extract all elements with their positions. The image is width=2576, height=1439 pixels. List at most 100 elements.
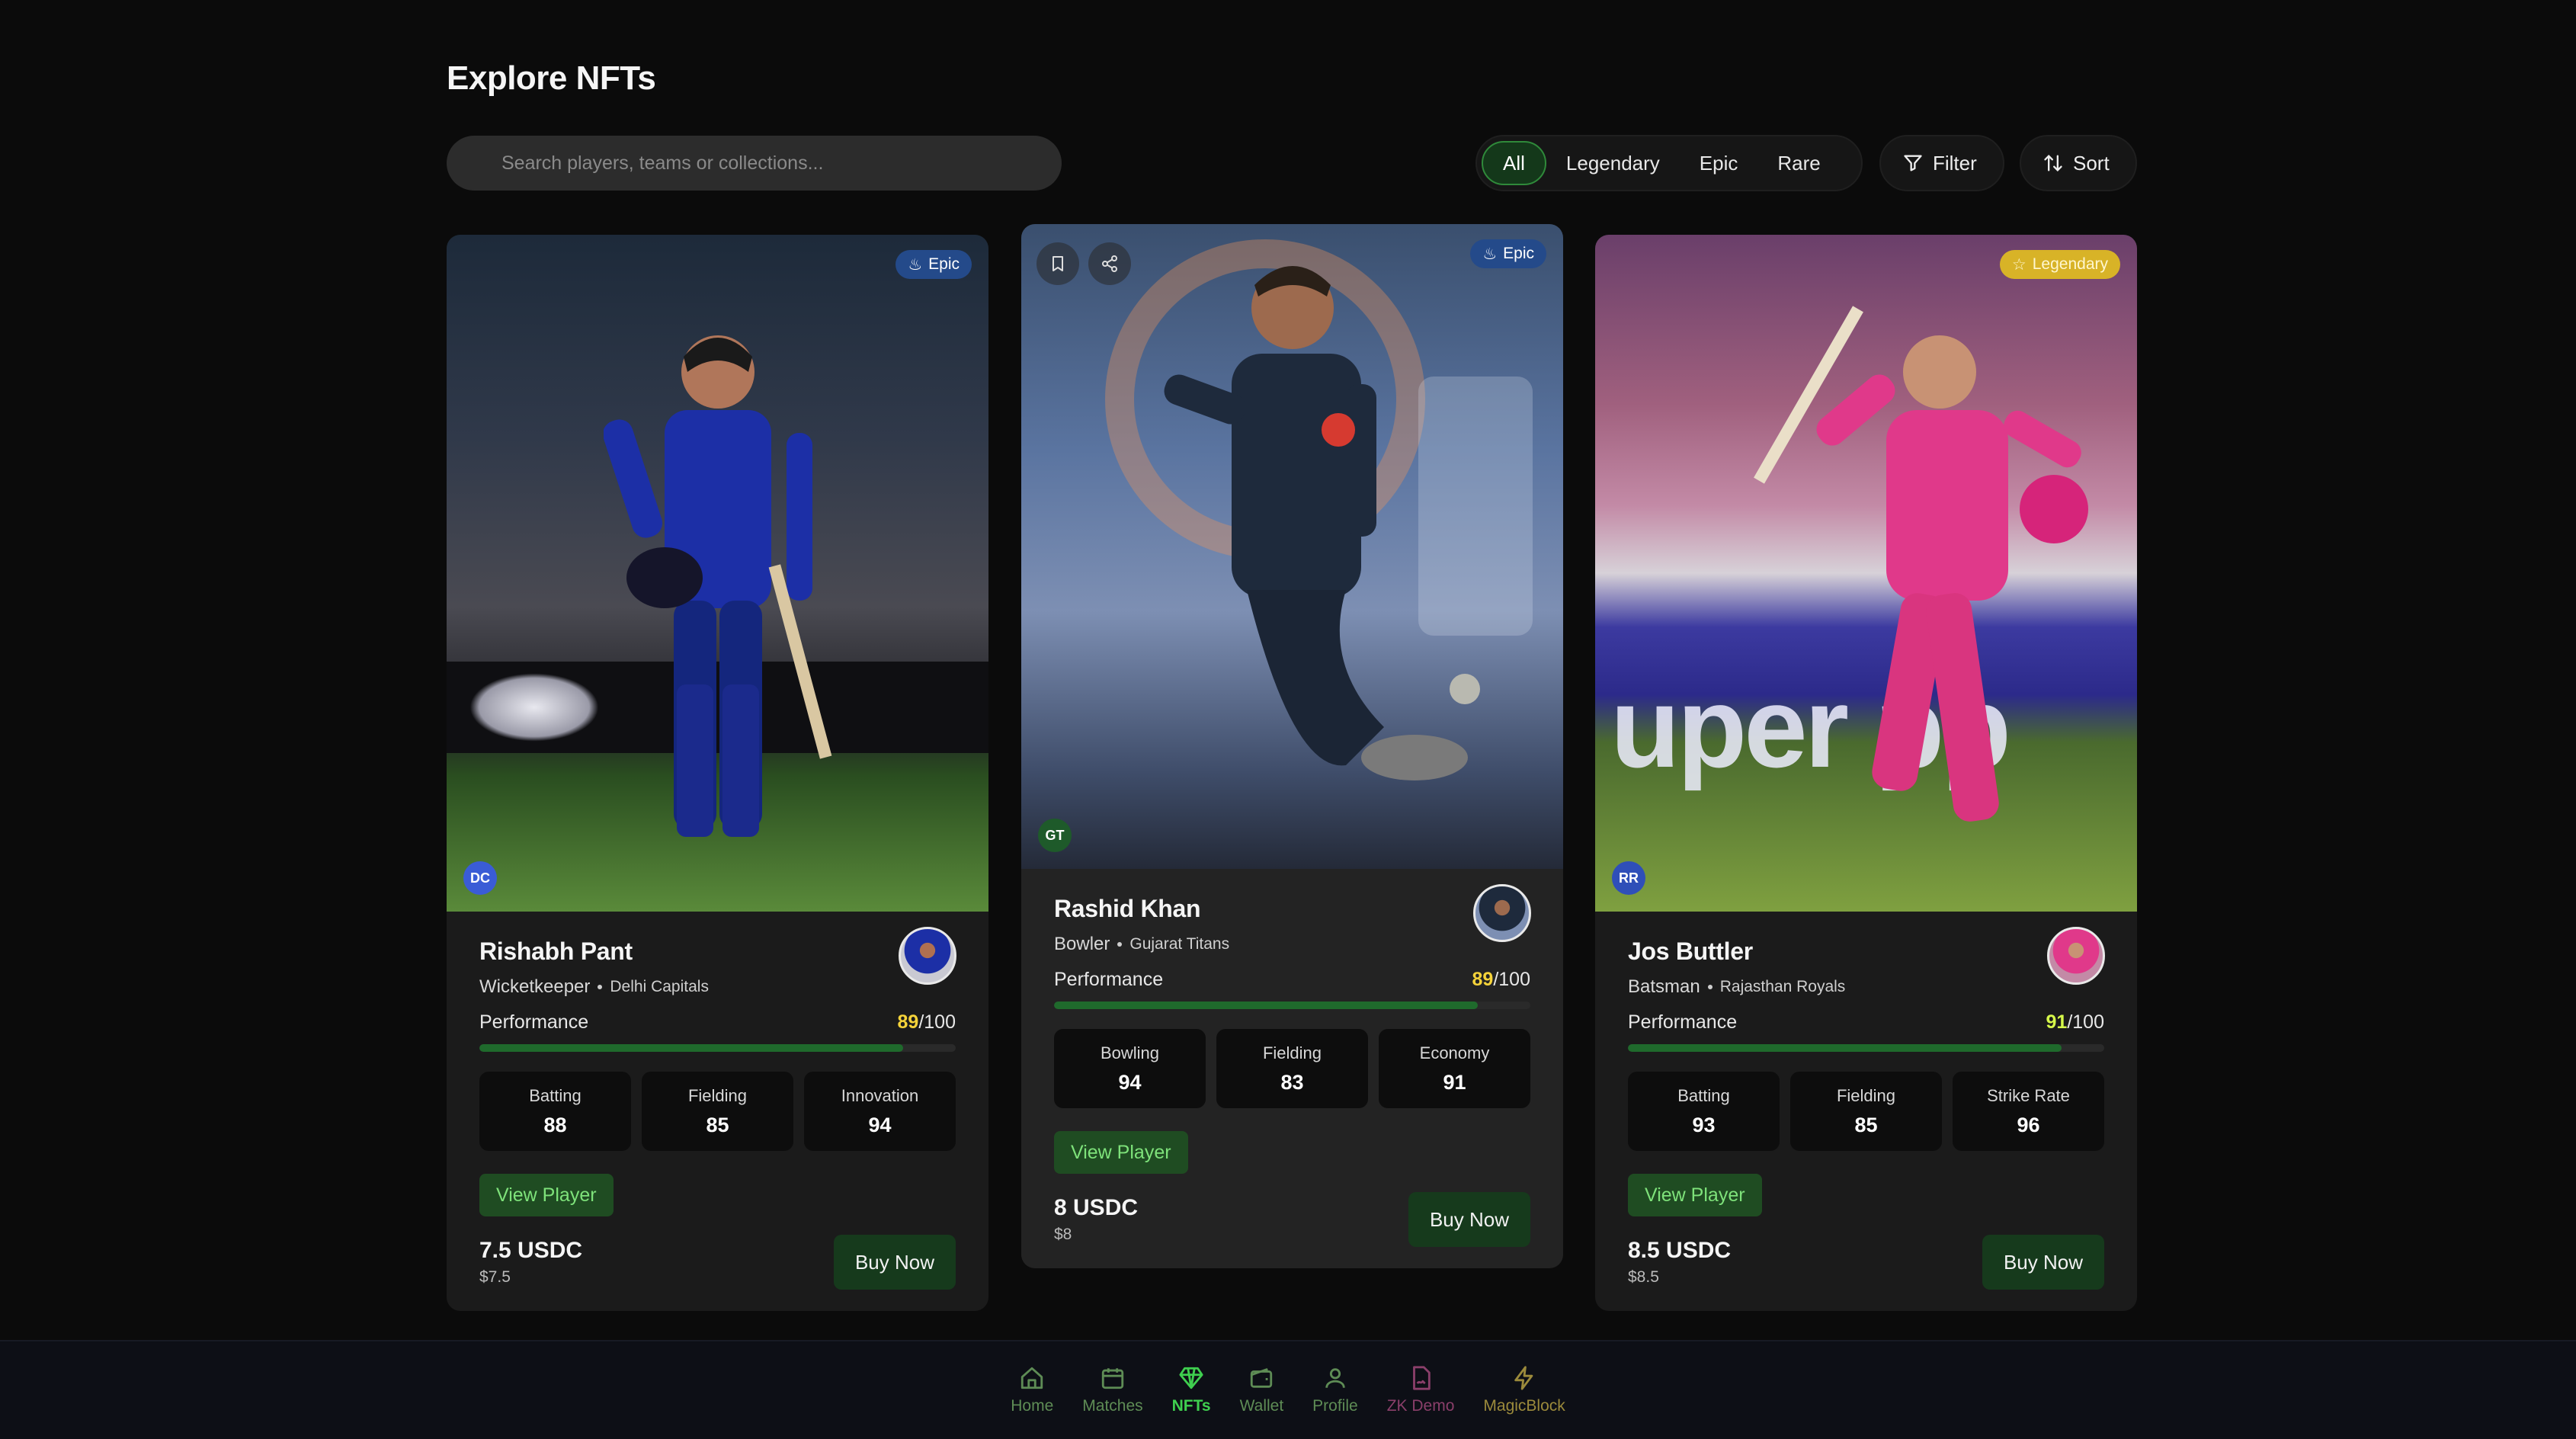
- view-player-button[interactable]: View Player: [479, 1174, 614, 1216]
- diamond-icon: [1179, 1367, 1203, 1389]
- wallet-icon: [1251, 1368, 1273, 1388]
- flame-icon: ♨: [1482, 245, 1498, 263]
- rarity-badge: ♨ Epic: [896, 250, 972, 279]
- nav-label: Matches: [1082, 1397, 1143, 1415]
- page-title: Explore NFTs: [447, 59, 656, 97]
- user-icon: [1325, 1368, 1345, 1388]
- player-photo: uper pp ☆ Legendary RR: [1595, 235, 2137, 912]
- nav-label: ZK Demo: [1386, 1397, 1455, 1415]
- avatar: [1473, 884, 1531, 942]
- rarity-label: Epic: [928, 255, 960, 273]
- price-usd: $8.5: [1628, 1268, 1659, 1286]
- tab-legendary[interactable]: Legendary: [1546, 141, 1680, 185]
- stat-batting: Batting 88: [479, 1072, 631, 1151]
- player-name: Rashid Khan: [1054, 895, 1201, 922]
- player-team: Rajasthan Royals: [1719, 978, 1846, 995]
- player-role: Batsman: [1628, 976, 1700, 997]
- player-team: Gujarat Titans: [1129, 935, 1230, 953]
- flame-icon: ♨: [908, 255, 923, 274]
- nft-card-rishabh-pant[interactable]: ♨ Epic DC Rishabh Pant Wicketkeeper Delh…: [447, 235, 988, 1311]
- rarity-label: Legendary: [2032, 255, 2108, 273]
- stat-fielding: Fielding 85: [642, 1072, 793, 1151]
- player-figure: [1754, 306, 2089, 822]
- tab-epic[interactable]: Epic: [1680, 141, 1758, 185]
- price: 8.5 USDC: [1628, 1238, 1732, 1263]
- player-figure: [1164, 266, 1480, 780]
- filter-button[interactable]: Filter: [1879, 135, 2004, 191]
- share-button[interactable]: [1088, 242, 1131, 285]
- performance-label: Performance: [1054, 969, 1164, 990]
- nav-label: Home: [1011, 1397, 1054, 1415]
- team-badge: RR: [1612, 861, 1645, 895]
- lightning-icon: [1514, 1366, 1533, 1390]
- view-player-button[interactable]: View Player: [1628, 1174, 1762, 1216]
- buy-now-button[interactable]: Buy Now: [1982, 1235, 2104, 1290]
- stat-fielding: Fielding 83: [1216, 1029, 1368, 1108]
- rarity-filter-tabs: All Legendary Epic Rare: [1475, 135, 1863, 191]
- avatar: [899, 927, 956, 985]
- stat-economy: Economy 91: [1379, 1029, 1530, 1108]
- player-role: Wicketkeeper: [479, 976, 591, 997]
- view-player-button[interactable]: View Player: [1054, 1131, 1188, 1174]
- buy-now-button[interactable]: Buy Now: [833, 1235, 956, 1290]
- player-name: Jos Buttler: [1628, 937, 1753, 965]
- tab-all[interactable]: All: [1482, 141, 1546, 185]
- player-name: Rishabh Pant: [479, 937, 633, 965]
- rarity-badge: ☆ Legendary: [1999, 250, 2120, 279]
- nft-card-rashid-khan[interactable]: ♨ Epic GT Rashid Khan Bowler Gujarat Tit…: [1021, 224, 1563, 1268]
- nft-card-jos-buttler[interactable]: uper pp ☆ Legendary RR Jos Buttler Batsm…: [1595, 235, 2137, 1311]
- performance-bar: [1628, 1044, 2104, 1052]
- share-icon: [1102, 255, 1117, 272]
- nav-label: Profile: [1312, 1397, 1358, 1415]
- star-icon: ☆: [2011, 255, 2027, 274]
- nav-magicblock[interactable]: MagicBlock: [1469, 1341, 1579, 1439]
- player-team: Delhi Capitals: [610, 978, 709, 995]
- nav-wallet[interactable]: Wallet: [1226, 1341, 1299, 1439]
- rarity-label: Epic: [1503, 245, 1534, 262]
- nav-label: NFTs: [1171, 1397, 1211, 1415]
- player-photo: ♨ Epic GT: [1021, 224, 1563, 869]
- tab-rare[interactable]: Rare: [1757, 141, 1840, 185]
- file-signature-icon: [1413, 1366, 1431, 1390]
- stat-fielding: Fielding 85: [1790, 1072, 1942, 1151]
- avatar: [2047, 927, 2105, 985]
- price: 8 USDC: [1054, 1195, 1139, 1220]
- player-photo: ♨ Epic DC: [447, 235, 988, 912]
- team-badge: DC: [463, 861, 497, 895]
- performance-value: 89/100: [1472, 969, 1530, 990]
- filter-icon: [1904, 155, 1922, 171]
- calendar-icon: [1101, 1368, 1124, 1389]
- search-bar[interactable]: [447, 136, 1062, 191]
- bookmark-button[interactable]: [1036, 242, 1079, 285]
- stat-batting: Batting 93: [1628, 1072, 1780, 1151]
- price-usd: $7.5: [479, 1268, 511, 1286]
- nav-nfts[interactable]: NFTs: [1158, 1341, 1226, 1439]
- search-input[interactable]: [501, 152, 1062, 175]
- nav-label: Wallet: [1239, 1397, 1284, 1415]
- performance-label: Performance: [479, 1011, 589, 1033]
- separator-dot: [598, 985, 603, 989]
- bookmark-icon: [1053, 256, 1063, 271]
- price-usd: $8: [1054, 1226, 1072, 1243]
- performance-bar: [1054, 1002, 1530, 1009]
- sort-label: Sort: [2073, 151, 2110, 175]
- filter-label: Filter: [1933, 151, 1977, 175]
- team-badge: GT: [1038, 819, 1072, 852]
- sort-button[interactable]: Sort: [2020, 135, 2137, 191]
- separator-dot: [1117, 942, 1123, 947]
- rarity-badge: ♨ Epic: [1470, 239, 1546, 268]
- nav-matches[interactable]: Matches: [1068, 1341, 1157, 1439]
- bottom-nav: Home Matches NFTs Wallet Profile ZK Demo…: [0, 1340, 2576, 1439]
- sort-icon: [2044, 155, 2062, 171]
- stat-strike-rate: Strike Rate 96: [1953, 1072, 2104, 1151]
- stat-bowling: Bowling 94: [1054, 1029, 1206, 1108]
- nav-profile[interactable]: Profile: [1298, 1341, 1373, 1439]
- performance-label: Performance: [1628, 1011, 1738, 1033]
- price: 7.5 USDC: [479, 1238, 583, 1263]
- separator-dot: [1707, 985, 1713, 989]
- performance-value: 91/100: [2046, 1011, 2104, 1033]
- nav-zk-demo[interactable]: ZK Demo: [1373, 1341, 1469, 1439]
- buy-now-button[interactable]: Buy Now: [1408, 1192, 1530, 1247]
- performance-value: 89/100: [897, 1011, 956, 1033]
- nav-home[interactable]: Home: [996, 1341, 1068, 1439]
